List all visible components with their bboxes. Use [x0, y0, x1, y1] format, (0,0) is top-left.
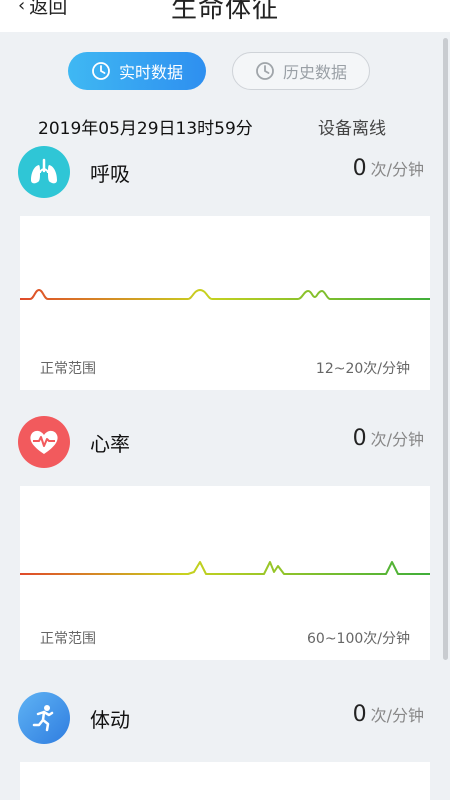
value-unit: 次/分钟 [370, 430, 424, 449]
range-value: 60~100次/分钟 [307, 631, 410, 647]
running-person-icon [18, 692, 70, 744]
page-title: 生命体征 [170, 0, 279, 24]
tab-bar: 实时数据 历史数据 [0, 52, 450, 92]
value-readout: 0 次/分钟 [353, 426, 424, 451]
section-heart-rate: 心率 0 次/分钟 [0, 416, 450, 472]
waveform-card-respiration: 正常范围 12~20次/分钟 [20, 216, 430, 390]
clock-icon [256, 62, 274, 80]
tab-realtime-label: 实时数据 [118, 63, 183, 82]
section-title: 呼吸 [90, 162, 130, 186]
header: ‹ 返回 生命体征 [0, 0, 450, 32]
section-respiration: 呼吸 0 次/分钟 [0, 146, 450, 202]
scrollbar[interactable] [443, 38, 448, 660]
tab-realtime[interactable]: 实时数据 [68, 52, 206, 90]
value-number: 0 [352, 702, 367, 727]
value-readout: 0 次/分钟 [353, 156, 424, 181]
timestamp: 2019年05月29日13时59分 [38, 119, 253, 139]
tab-history[interactable]: 历史数据 [232, 52, 370, 90]
value-unit: 次/分钟 [370, 160, 424, 179]
heart-pulse-icon [18, 416, 70, 468]
section-title: 心率 [90, 432, 130, 456]
section-title: 体动 [90, 708, 130, 732]
value-unit: 次/分钟 [370, 706, 424, 725]
range-value: 12~20次/分钟 [315, 361, 410, 377]
device-status: 设备离线 [318, 119, 386, 139]
range-label: 正常范围 [40, 631, 96, 647]
section-body-movement: 体动 0 次/分钟 [0, 692, 450, 748]
tab-history-label: 历史数据 [282, 63, 347, 82]
value-number: 0 [352, 156, 367, 181]
waveform-card-heart-rate: 正常范围 60~100次/分钟 [20, 486, 430, 660]
value-number: 0 [352, 426, 367, 451]
clock-icon [92, 62, 110, 80]
lungs-icon [18, 146, 70, 198]
range-label: 正常范围 [40, 361, 96, 377]
waveform-card-body-movement [20, 762, 430, 800]
value-readout: 0 次/分钟 [353, 702, 424, 727]
